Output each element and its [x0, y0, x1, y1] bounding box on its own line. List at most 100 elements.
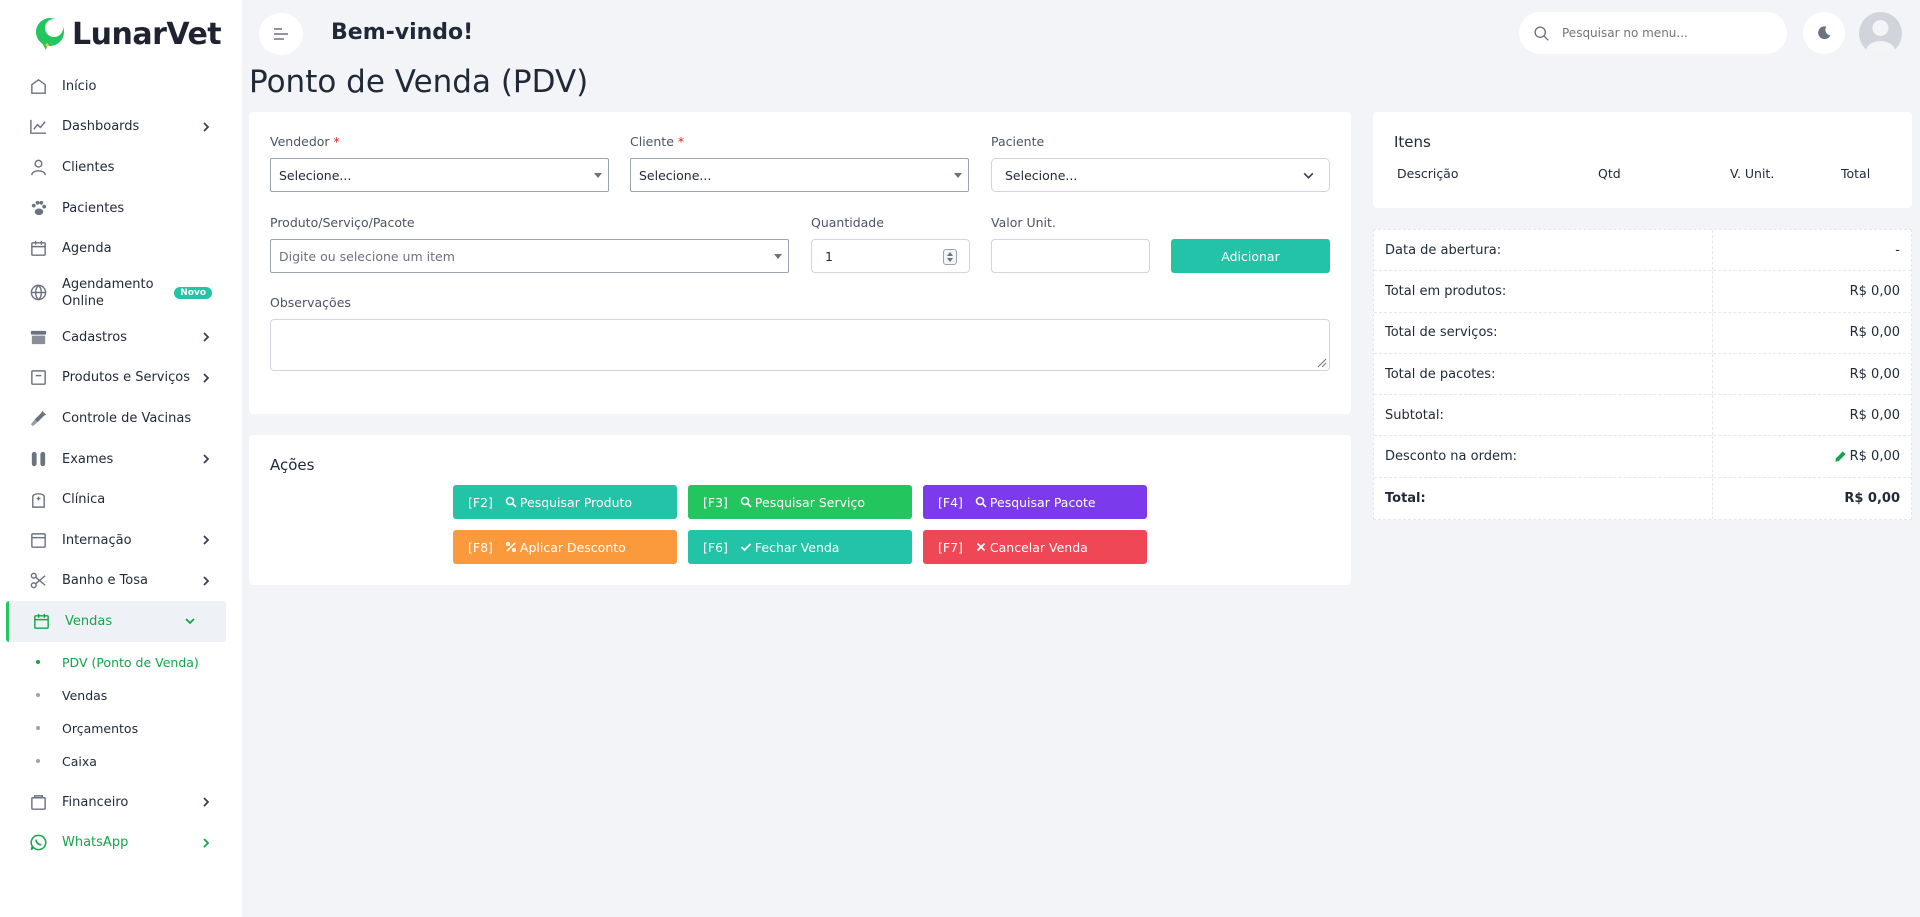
sale-form-card: Vendedor * Selecione... Cliente * Seleci…: [249, 112, 1351, 414]
sidebar-item-label: Agendamento Online: [62, 276, 154, 309]
button-label: Cancelar Venda: [989, 539, 1088, 555]
search-icon: [505, 496, 517, 508]
chevron-right-icon: [200, 534, 212, 546]
paciente-select[interactable]: Selecione...: [991, 158, 1330, 192]
sidebar-subitem-label: Vendas: [62, 687, 108, 703]
vendedor-select-value: Selecione...: [279, 167, 352, 183]
required-mark: *: [333, 134, 340, 149]
sidebar-item-inicio[interactable]: Início: [0, 66, 242, 107]
summary-row: Subtotal: R$ 0,00: [1374, 395, 1911, 437]
chevron-right-icon: [200, 331, 212, 343]
sidebar-item-agenda[interactable]: Agenda: [0, 228, 242, 269]
sidebar-subitem-vendas[interactable]: Vendas: [0, 679, 242, 712]
paw-icon: [28, 198, 48, 218]
summary-row-total: Total: R$ 0,00: [1374, 477, 1911, 520]
caret-down-icon: [594, 173, 602, 178]
sidebar-item-controle-vacinas[interactable]: Controle de Vacinas: [0, 398, 242, 439]
shortcut-key: [F3]: [703, 494, 728, 510]
sidebar-subitem-caixa[interactable]: Caixa: [0, 745, 242, 778]
sidebar-subitem-label: PDV (Ponto de Venda): [62, 654, 199, 670]
theme-toggle-button[interactable]: [1803, 12, 1845, 54]
menu-search-input[interactable]: [1562, 26, 1762, 40]
search-service-button[interactable]: [F3] Pesquisar Serviço: [688, 485, 912, 519]
quantidade-input[interactable]: 1: [811, 239, 970, 273]
shortcut-key: [F2]: [468, 494, 493, 510]
quantidade-label: Quantidade: [811, 215, 884, 230]
box-icon: [28, 368, 48, 388]
summary-row: Desconto na ordem: R$ 0,00: [1374, 436, 1911, 478]
number-stepper[interactable]: [943, 249, 957, 265]
sidebar-item-label: Vendas: [65, 613, 113, 629]
sidebar-item-dashboards[interactable]: Dashboards: [0, 107, 242, 148]
sidebar-item-vendas[interactable]: Vendas: [6, 601, 226, 642]
chevron-right-icon: [200, 121, 212, 133]
summary-value: -: [1895, 242, 1900, 258]
sidebar-subitem-pdv[interactable]: PDV (Ponto de Venda): [0, 646, 242, 679]
sidebar-item-label: Produtos e Serviços: [62, 370, 190, 386]
bullet-icon: [36, 726, 40, 731]
apply-discount-button[interactable]: [F8] Aplicar Desconto: [453, 530, 677, 564]
items-title: Itens: [1394, 133, 1431, 151]
home-icon: [28, 76, 48, 96]
paciente-select-value: Selecione...: [1005, 167, 1078, 183]
button-label: Pesquisar Serviço: [754, 494, 865, 510]
menu-toggle-button[interactable]: [259, 13, 303, 55]
sidebar-item-agendamento-online[interactable]: Agendamento Online Novo: [0, 269, 242, 317]
summary-row: Total de pacotes: R$ 0,00: [1374, 353, 1911, 396]
sidebar-item-label: Clientes: [62, 159, 115, 175]
vendedor-select[interactable]: Selecione...: [270, 158, 609, 192]
summary-row: Data de abertura: -: [1374, 230, 1911, 272]
resize-handle-icon[interactable]: [1316, 357, 1327, 368]
summary-value: R$ 0,00: [1849, 407, 1900, 423]
summary-value: R$ 0,00: [1849, 325, 1900, 341]
cliente-select[interactable]: Selecione...: [630, 158, 969, 192]
chevron-right-icon: [200, 575, 212, 587]
produto-label: Produto/Serviço/Pacote: [270, 215, 415, 230]
edit-discount-icon[interactable]: [1834, 450, 1847, 463]
logo[interactable]: LunarVet: [34, 16, 222, 52]
sidebar-item-whatsapp[interactable]: WhatsApp: [0, 822, 242, 863]
sidebar-item-internacao[interactable]: Internação: [0, 520, 242, 561]
order-summary-table: Data de abertura: - Total em produtos: R…: [1373, 229, 1912, 521]
logo-text: LunarVet: [72, 16, 222, 52]
check-icon: [740, 541, 752, 553]
summary-label: Total em produtos:: [1374, 271, 1713, 312]
close-sale-button[interactable]: [F6] Fechar Venda: [688, 530, 912, 564]
sidebar-item-cadastros[interactable]: Cadastros: [0, 317, 242, 358]
summary-value-cell: R$ 0,00: [1713, 436, 1911, 476]
sidebar-item-clientes[interactable]: Clientes: [0, 147, 242, 188]
items-card: Itens Descrição Qtd V. Unit. Total: [1373, 112, 1912, 208]
sidebar-subitem-orcamentos[interactable]: Orçamentos: [0, 712, 242, 745]
chart-line-icon: [28, 117, 48, 137]
summary-row: Total de serviços: R$ 0,00: [1374, 312, 1911, 354]
chevron-right-icon: [200, 372, 212, 384]
valor-unit-input[interactable]: [991, 239, 1150, 273]
bullet-icon: [36, 660, 40, 665]
sidebar-item-financeiro[interactable]: Financeiro: [0, 782, 242, 823]
search-package-button[interactable]: [F4] Pesquisar Pacote: [923, 485, 1147, 519]
sidebar-item-label: Banho e Tosa: [62, 573, 149, 589]
globe-icon: [28, 283, 48, 303]
calendar-icon: [28, 239, 48, 259]
sidebar-item-pacientes[interactable]: Pacientes: [0, 188, 242, 229]
cancel-sale-button[interactable]: [F7] Cancelar Venda: [923, 530, 1147, 564]
user-avatar[interactable]: [1859, 12, 1902, 55]
summary-value: R$ 0,00: [1849, 283, 1900, 299]
shortcut-key: [F4]: [938, 494, 963, 510]
produto-select[interactable]: Digite ou selecione um item: [270, 239, 789, 273]
sidebar-item-label: WhatsApp: [62, 835, 129, 851]
summary-label: Total de pacotes:: [1374, 353, 1713, 395]
menu-search[interactable]: [1519, 12, 1787, 54]
sidebar-item-banho-tosa[interactable]: Banho e Tosa: [0, 561, 242, 602]
add-item-button[interactable]: Adicionar: [1171, 239, 1330, 273]
cliente-select-value: Selecione...: [639, 167, 712, 183]
sidebar-item-produtos-servicos[interactable]: Produtos e Serviços: [0, 358, 242, 399]
search-product-button[interactable]: [F2] Pesquisar Produto: [453, 485, 677, 519]
produto-select-placeholder: Digite ou selecione um item: [279, 248, 455, 264]
column-header-qtd: Qtd: [1598, 166, 1621, 181]
observacoes-textarea[interactable]: [270, 319, 1330, 371]
sidebar-item-exames[interactable]: Exames: [0, 439, 242, 480]
sidebar-item-clinica[interactable]: Clínica: [0, 479, 242, 520]
summary-label: Desconto na ordem:: [1374, 436, 1713, 477]
whatsapp-icon: [28, 833, 48, 853]
